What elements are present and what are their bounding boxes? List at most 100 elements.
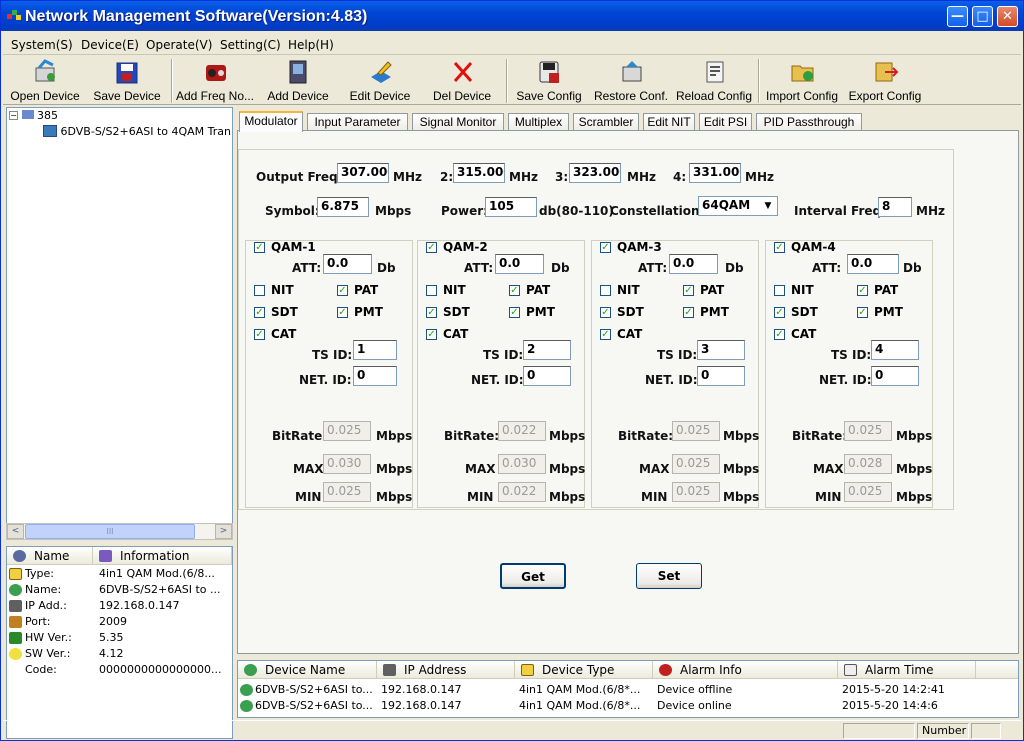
qam-4-pmt-checkbox[interactable]: ✓ bbox=[857, 307, 868, 318]
qam-1-att-field[interactable]: 0.0 bbox=[323, 254, 372, 274]
freq-2-field[interactable]: 315.000 bbox=[453, 163, 505, 183]
qam-1-nit-checkbox[interactable] bbox=[254, 285, 265, 296]
qam-4-cat-checkbox[interactable]: ✓ bbox=[774, 329, 785, 340]
tab-signal-monitor[interactable]: Signal Monitor bbox=[412, 113, 504, 131]
qam-4-ts-id-field[interactable]: 4 bbox=[871, 340, 919, 360]
title-bar[interactable]: Network Management Software(Version:4.83… bbox=[1, 1, 1023, 31]
open-device-button[interactable]: Open Device bbox=[5, 57, 85, 103]
export-config-button[interactable]: Export Config bbox=[845, 57, 925, 103]
del-device-button[interactable]: Del Device bbox=[422, 57, 502, 103]
qam-4-nit-checkbox[interactable] bbox=[774, 285, 785, 296]
qam-1-pat-checkbox[interactable]: ✓ bbox=[337, 285, 348, 296]
tree-device-item[interactable]: 6DVB-S/S2+6ASI to 4QAM Tran bbox=[43, 125, 231, 138]
tab-edit-psi[interactable]: Edit PSI bbox=[699, 113, 752, 131]
qam-1-pmt-checkbox[interactable]: ✓ bbox=[337, 307, 348, 318]
tree-device-label: 6DVB-S/S2+6ASI to 4QAM Tran bbox=[60, 125, 232, 138]
tab-multiplex[interactable]: Multiplex bbox=[508, 113, 569, 131]
symbol-label: Symbol: bbox=[265, 204, 320, 218]
alarm-col-device-type[interactable]: Device Type bbox=[515, 661, 653, 679]
reload-config-button[interactable]: Reload Config bbox=[674, 57, 754, 103]
set-button[interactable]: Set bbox=[636, 563, 702, 589]
qam-3-sdt-checkbox[interactable]: ✓ bbox=[600, 307, 611, 318]
qam-3-pmt-checkbox[interactable]: ✓ bbox=[683, 307, 694, 318]
qam-2-sdt-checkbox[interactable]: ✓ bbox=[426, 307, 437, 318]
scroll-right-button[interactable]: > bbox=[215, 524, 232, 539]
tab-input-parameter[interactable]: Input Parameter bbox=[307, 113, 408, 131]
add-freq-button[interactable]: Add Freq No... bbox=[175, 57, 255, 103]
qam-4-att-field[interactable]: 0.0 bbox=[847, 254, 899, 274]
qam-3-pat-checkbox[interactable]: ✓ bbox=[683, 285, 694, 296]
qam-2-cat-checkbox[interactable]: ✓ bbox=[426, 329, 437, 340]
menu-operate[interactable]: Operate(V) bbox=[146, 38, 212, 52]
symbol-field[interactable]: 6.875 bbox=[317, 197, 369, 217]
menu-system[interactable]: System(S) bbox=[11, 38, 73, 52]
maximize-button[interactable]: □ bbox=[972, 6, 993, 27]
import-config-button[interactable]: Import Config bbox=[762, 57, 842, 103]
freq-3-field[interactable]: 323.000 bbox=[569, 163, 621, 183]
tab-edit-nit[interactable]: Edit NIT bbox=[643, 113, 695, 131]
minimize-button[interactable]: — bbox=[947, 6, 968, 27]
tree-expand-toggle[interactable]: − bbox=[9, 111, 18, 120]
edit-device-button[interactable]: Edit Device bbox=[340, 57, 420, 103]
info-header-name[interactable]: Name bbox=[7, 547, 93, 565]
qam-1-ts-id-field[interactable]: 1 bbox=[353, 340, 397, 360]
qam-3-cat-checkbox[interactable]: ✓ bbox=[600, 329, 611, 340]
get-button[interactable]: Get bbox=[500, 563, 566, 589]
qam-2-pmt-checkbox[interactable]: ✓ bbox=[509, 307, 520, 318]
constellation-select[interactable]: 64QAM ▼ bbox=[698, 196, 778, 216]
restore-config-button[interactable]: Restore Conf. bbox=[591, 57, 671, 103]
scroll-thumb[interactable]: III bbox=[25, 524, 195, 539]
qam-3-ts-id-field[interactable]: 3 bbox=[697, 340, 745, 360]
qam-2-group: ✓ QAM-2 ATT: 0.0 Db NIT ✓ PAT ✓ SDT ✓ PMT ✓… bbox=[417, 240, 585, 508]
qam-4-sdt-checkbox[interactable]: ✓ bbox=[774, 307, 785, 318]
alarm-row[interactable]: 6DVB-S/S2+6ASI to... 192.168.0.147 4in1 … bbox=[238, 682, 1018, 698]
interval-freq-label: Interval Freq.: bbox=[794, 204, 891, 218]
qam-2-nit-checkbox[interactable] bbox=[426, 285, 437, 296]
device-info-panel: Name Information Type: 4in1 QAM Mod.(6/8.… bbox=[6, 546, 233, 739]
toolbar: Open Device Save Device Add Freq No... A… bbox=[3, 57, 1021, 105]
qam-3-att-field[interactable]: 0.0 bbox=[669, 254, 718, 274]
save-device-button[interactable]: Save Device bbox=[87, 57, 167, 103]
info-header-information[interactable]: Information bbox=[93, 547, 232, 565]
save-config-button[interactable]: Save Config bbox=[509, 57, 589, 103]
alarm-col-ip-address[interactable]: IP Address bbox=[377, 661, 515, 679]
tree-horizontal-scrollbar[interactable]: < III > bbox=[6, 523, 233, 540]
qam-2-enable-checkbox[interactable]: ✓ bbox=[426, 242, 437, 253]
menu-help[interactable]: Help(H) bbox=[288, 38, 334, 52]
menu-setting[interactable]: Setting(C) bbox=[220, 38, 281, 52]
qam-3-nit-checkbox[interactable] bbox=[600, 285, 611, 296]
qam-1-enable-checkbox[interactable]: ✓ bbox=[254, 242, 265, 253]
interval-freq-field[interactable]: 8 bbox=[878, 197, 912, 217]
tree-root[interactable]: − 385 bbox=[9, 109, 58, 122]
qam-2-att-field[interactable]: 0.0 bbox=[495, 254, 544, 274]
ip-address-column-icon bbox=[383, 664, 396, 676]
freq-4-field[interactable]: 331.000 bbox=[689, 163, 741, 183]
tab-pid-passthrough[interactable]: PID Passthrough bbox=[756, 113, 862, 131]
qam-1-sdt-checkbox[interactable]: ✓ bbox=[254, 307, 265, 318]
qam-4-net-id-field[interactable]: 0 bbox=[871, 366, 919, 386]
alarm-col-alarm-info[interactable]: Alarm Info bbox=[653, 661, 838, 679]
freq-1-field[interactable]: 307.000 bbox=[337, 163, 389, 183]
tab-modulator[interactable]: Modulator bbox=[239, 111, 303, 132]
qam-3-enable-checkbox[interactable]: ✓ bbox=[600, 242, 611, 253]
menu-device[interactable]: Device(E) bbox=[81, 38, 139, 52]
qam-2-ts-id-field[interactable]: 2 bbox=[523, 340, 571, 360]
qam-2-pat-checkbox[interactable]: ✓ bbox=[509, 285, 520, 296]
alarm-col-device-name[interactable]: Device Name bbox=[238, 661, 377, 679]
alarm-col-alarm-time[interactable]: Alarm Time bbox=[838, 661, 976, 679]
qam-4-pat-checkbox[interactable]: ✓ bbox=[857, 285, 868, 296]
info-header: Name Information bbox=[7, 547, 232, 565]
alarm-row[interactable]: 6DVB-S/S2+6ASI to... 192.168.0.147 4in1 … bbox=[238, 698, 1018, 714]
qam-1-net-id-field[interactable]: 0 bbox=[353, 366, 397, 386]
qam-1-cat-checkbox[interactable]: ✓ bbox=[254, 329, 265, 340]
scroll-left-button[interactable]: < bbox=[7, 524, 24, 539]
add-device-button[interactable]: Add Device bbox=[258, 57, 338, 103]
qam-3-min-field: 0.025 bbox=[672, 482, 720, 502]
qam-4-enable-checkbox[interactable]: ✓ bbox=[774, 242, 785, 253]
tab-scrambler[interactable]: Scrambler bbox=[573, 113, 639, 131]
qam-3-net-id-field[interactable]: 0 bbox=[697, 366, 745, 386]
qam-3-group: ✓ QAM-3 ATT: 0.0 Db NIT ✓ PAT ✓ SDT ✓ PMT ✓… bbox=[591, 240, 759, 508]
qam-2-net-id-field[interactable]: 0 bbox=[523, 366, 571, 386]
close-button[interactable]: ✕ bbox=[997, 6, 1018, 27]
power-field[interactable]: 105 bbox=[485, 197, 537, 217]
